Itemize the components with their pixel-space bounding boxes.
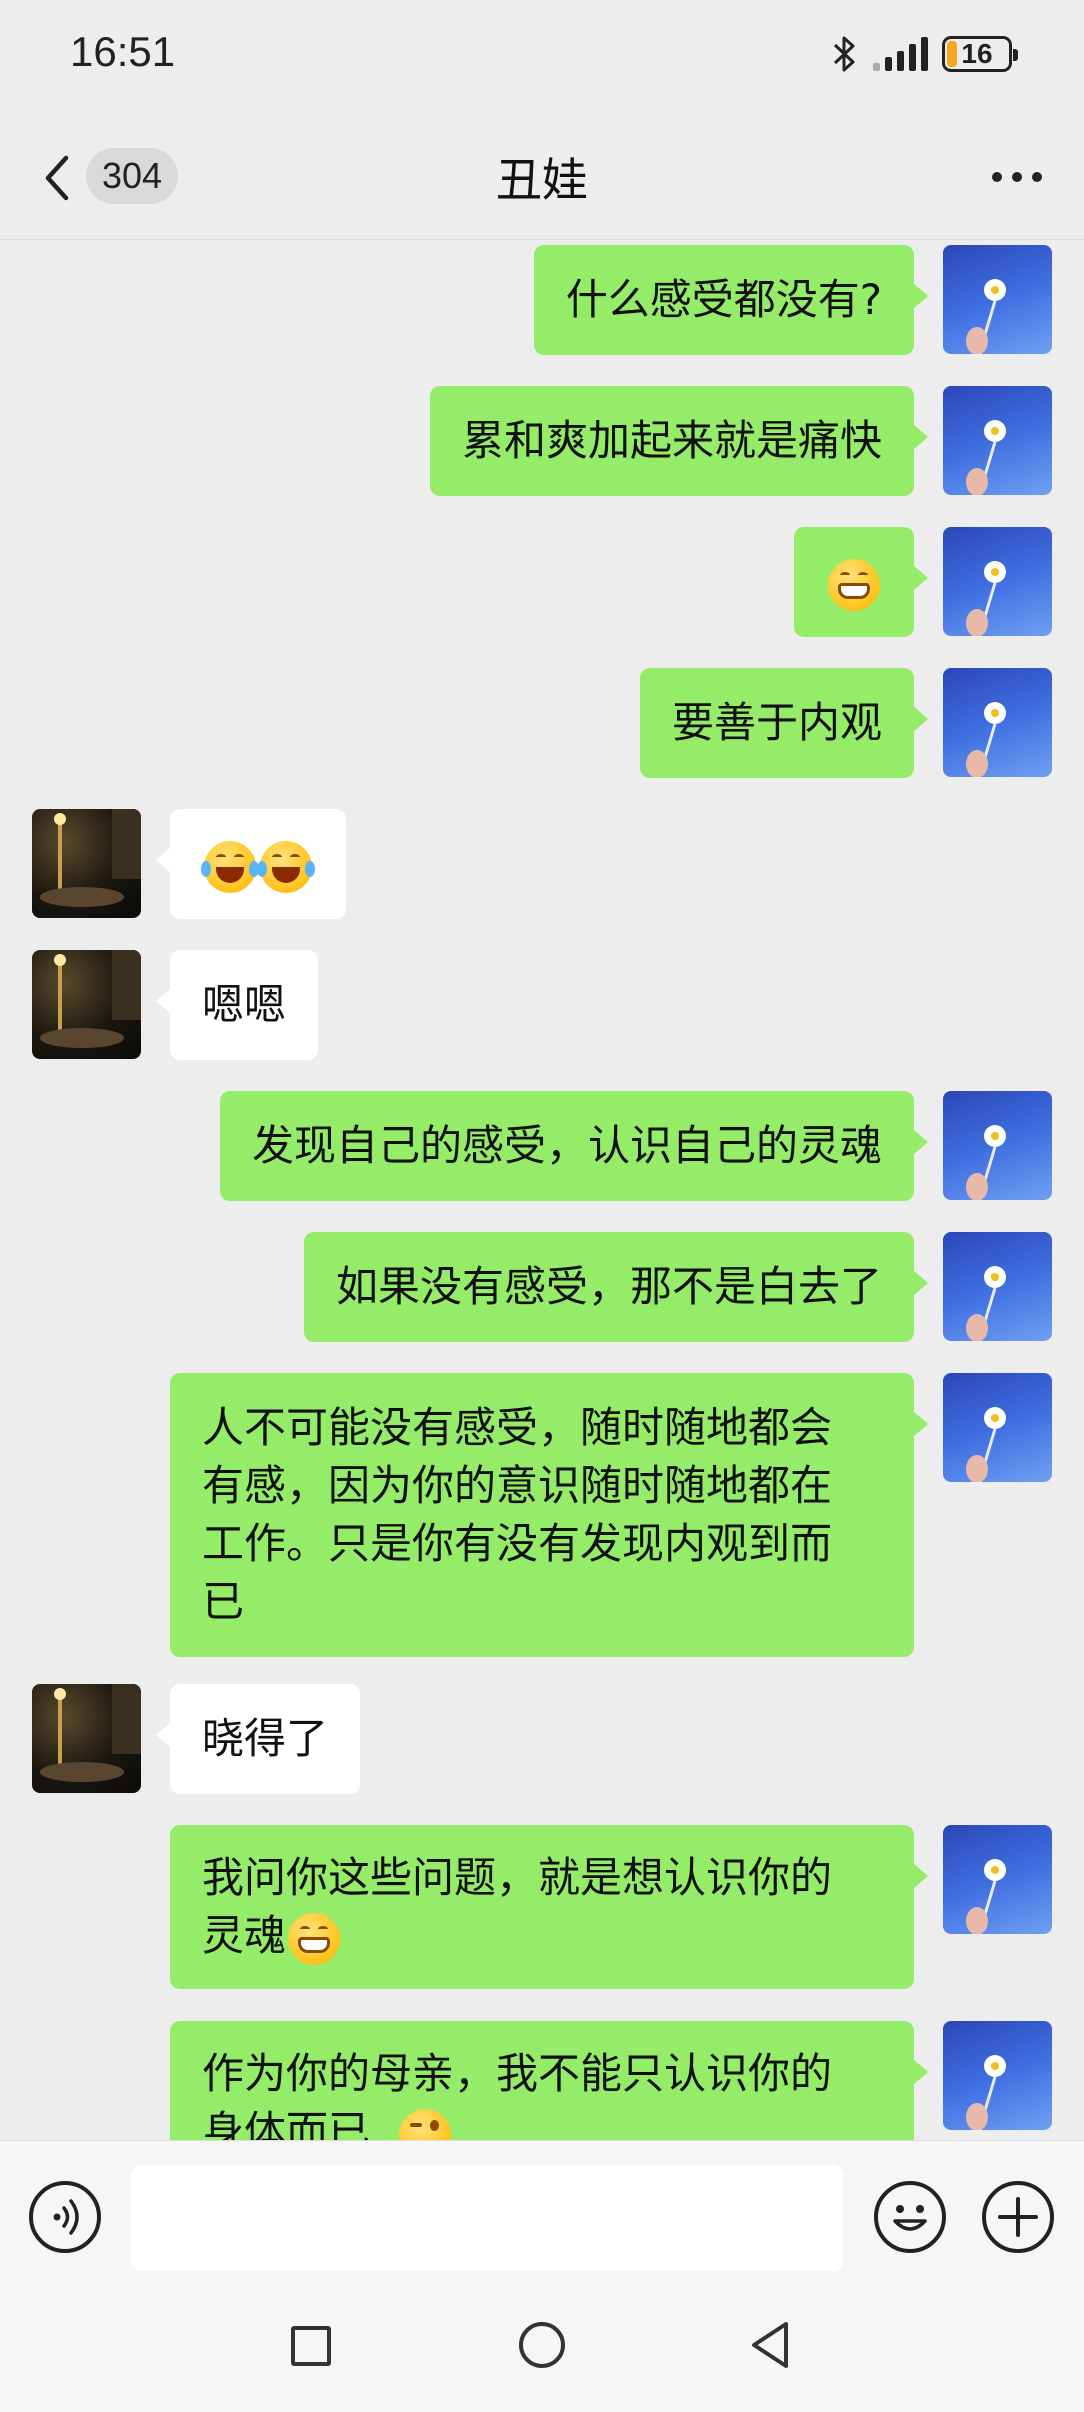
message-line: 已 xyxy=(202,1577,245,1626)
message-list[interactable]: 什么感受都没有? 累和爽加起来就是痛快 要善于内观 嗯嗯 发现自己的感受，认识自… xyxy=(0,240,1084,2140)
back-triangle-icon[interactable] xyxy=(748,2320,792,2370)
my-avatar[interactable] xyxy=(943,2021,1052,2130)
bluetooth-icon xyxy=(833,36,855,72)
message-input[interactable] xyxy=(131,2165,843,2271)
message-bubble-mine[interactable]: 发现自己的感受，认识自己的灵魂 xyxy=(219,1091,929,1201)
battery-icon: 16 xyxy=(942,36,1018,72)
message-bubble-mine[interactable]: 如果没有感受，那不是白去了 xyxy=(303,1232,929,1342)
message-bubble-mine[interactable]: 作为你的母亲，我不能只认识你的 身体而已 xyxy=(170,2021,928,2140)
my-avatar[interactable] xyxy=(943,245,1052,354)
system-nav-bar xyxy=(0,2290,1084,2412)
more-icon[interactable] xyxy=(992,172,1042,184)
message-line: 身体而已 xyxy=(202,2107,371,2140)
message-bubble-contact[interactable]: 嗯嗯 xyxy=(155,950,319,1060)
chat-title: 丑娃 xyxy=(496,153,588,207)
message-bubble-mine[interactable]: 什么感受都没有? xyxy=(533,245,929,355)
message-line: 有感，因为你的意识随时随地都在 xyxy=(202,1461,833,1510)
chat-header: 304 丑娃 xyxy=(0,116,1084,240)
signal-icon xyxy=(873,37,928,71)
contact-avatar[interactable] xyxy=(32,1684,141,1793)
emoji-icon[interactable] xyxy=(874,2181,946,2253)
status-icons: 16 xyxy=(831,34,1018,74)
message-bubble-contact[interactable]: 晓得了 xyxy=(155,1684,361,1794)
message-bubble-contact[interactable] xyxy=(156,809,346,919)
message-line: 人不可能没有感受，随时随地都会 xyxy=(202,1403,833,1452)
my-avatar[interactable] xyxy=(943,1091,1052,1200)
grinning-face-emoji xyxy=(828,558,880,611)
message-bubble-mine[interactable]: 我问你这些问题，就是想认识你的 灵魂 xyxy=(170,1825,928,1989)
input-bar xyxy=(0,2140,1084,2290)
tears-of-joy-emoji xyxy=(201,840,259,893)
my-avatar[interactable] xyxy=(943,1232,1052,1341)
my-avatar[interactable] xyxy=(943,668,1052,777)
message-bubble-mine[interactable] xyxy=(794,527,928,637)
my-avatar[interactable] xyxy=(943,527,1052,636)
message-bubble-mine[interactable]: 人不可能没有感受，随时随地都会 有感，因为你的意识随时随地都在 工作。只是你有没… xyxy=(170,1373,928,1657)
message-line: 我问你这些问题，就是想认识你的 xyxy=(202,1853,833,1902)
contact-avatar[interactable] xyxy=(32,809,141,918)
message-line: 作为你的母亲，我不能只认识你的 xyxy=(202,2049,833,2098)
my-avatar[interactable] xyxy=(943,1373,1052,1482)
winking-face-emoji xyxy=(398,2108,451,2140)
contact-avatar[interactable] xyxy=(32,950,141,1059)
home-icon[interactable] xyxy=(519,2322,565,2368)
battery-level: 16 xyxy=(961,38,993,69)
tears-of-joy-emoji xyxy=(257,840,315,893)
my-avatar[interactable] xyxy=(943,1825,1052,1934)
status-time: 16:51 xyxy=(70,28,176,75)
message-bubble-mine[interactable]: 要善于内观 xyxy=(639,668,929,778)
plus-icon[interactable] xyxy=(982,2181,1054,2253)
message-line: 工作。只是你有没有发现内观到而 xyxy=(202,1519,833,1568)
voice-icon[interactable] xyxy=(29,2181,101,2253)
status-bar: 16:51 16 xyxy=(0,0,1084,116)
message-line: 灵魂 xyxy=(202,1911,287,1960)
recent-apps-icon[interactable] xyxy=(291,2326,331,2366)
my-avatar[interactable] xyxy=(943,386,1052,495)
grinning-face-emoji xyxy=(288,1912,341,1965)
message-bubble-mine[interactable]: 累和爽加起来就是痛快 xyxy=(429,386,929,496)
